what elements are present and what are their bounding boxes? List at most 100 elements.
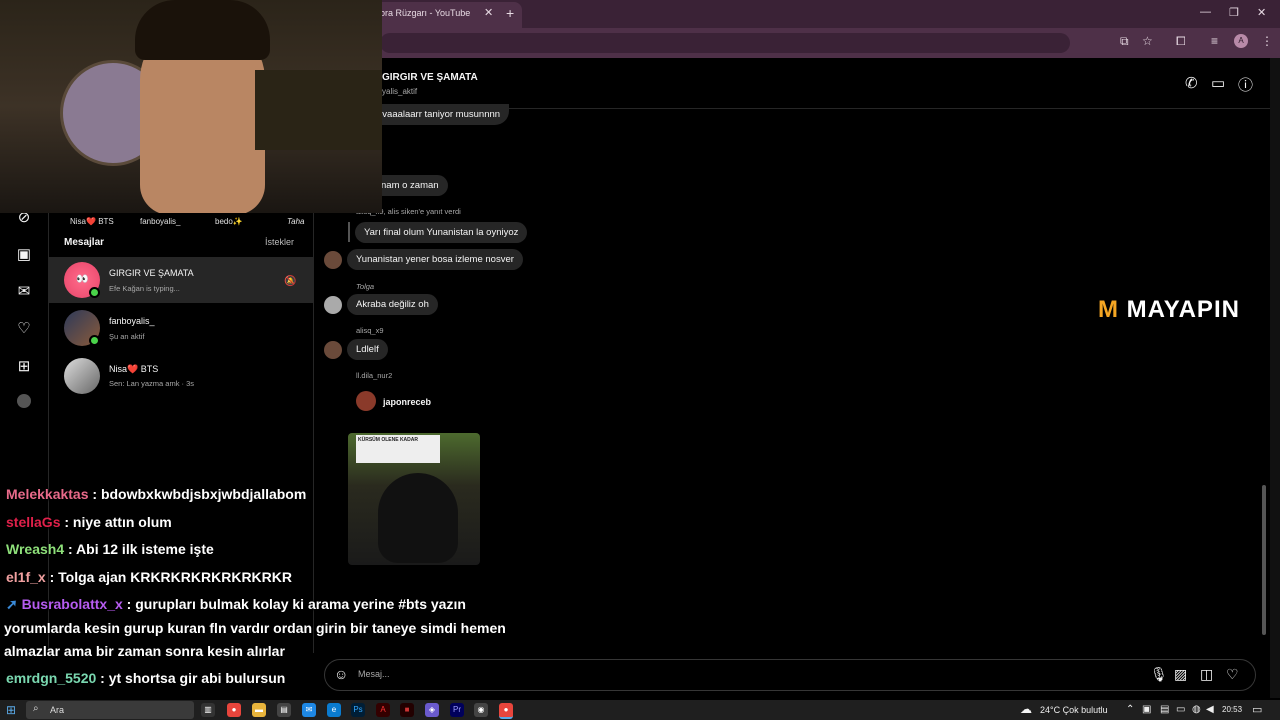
conversation-name: Nisa❤️ BTS: [109, 364, 159, 374]
background-lamp: [255, 70, 382, 150]
message-bubble[interactable]: nam o zaman: [372, 175, 448, 196]
profile-avatar[interactable]: A: [1234, 34, 1248, 48]
online-dot: [89, 335, 100, 346]
tab-title: ora Rüzgarı - YouTube: [380, 8, 471, 18]
shared-profile-name[interactable]: japonreceb: [383, 397, 431, 407]
app-icon[interactable]: ◈: [425, 703, 439, 717]
mail-icon[interactable]: ✉: [302, 703, 316, 717]
obs-icon[interactable]: ◉: [474, 703, 488, 717]
heart-icon[interactable]: ♡: [14, 319, 34, 339]
reels-icon[interactable]: ▣: [14, 245, 34, 265]
create-icon[interactable]: ⊞: [14, 357, 34, 377]
window-close-icon[interactable]: ✕: [1257, 6, 1266, 19]
emoji-icon[interactable]: ☺: [334, 666, 348, 682]
chat-username: stellaGs: [6, 514, 61, 530]
menu-icon[interactable]: ⋮: [1261, 34, 1273, 48]
conversation-name: GIRGIR VE ŞAMATA: [109, 268, 194, 278]
install-app-icon[interactable]: ⧉: [1120, 34, 1129, 49]
app-icon[interactable]: ■: [400, 703, 414, 717]
extensions-icon[interactable]: ⧠: [1176, 34, 1186, 49]
notification-icon[interactable]: ▭: [1252, 703, 1262, 716]
sender-name: alisq_x9: [356, 326, 384, 335]
weather-icon: ☁: [1020, 702, 1032, 716]
mayapin-logo: M MAYAPIN: [1098, 296, 1240, 323]
message-bubble[interactable]: ovaaalaarr taniyor musunnnn: [368, 104, 510, 125]
windows-start-icon[interactable]: ⊞: [6, 703, 16, 717]
app-icon[interactable]: ▤: [277, 703, 291, 717]
chat-username: Wreash4: [6, 541, 65, 557]
badge-icon: ➚: [6, 596, 18, 612]
sticker-icon[interactable]: ◫: [1200, 666, 1213, 683]
clock[interactable]: 20:53: [1222, 705, 1242, 714]
scrollbar-thumb[interactable]: [1262, 485, 1266, 635]
message-bubble[interactable]: Akraba değiliz oh: [347, 294, 438, 315]
message-input[interactable]: [324, 659, 1256, 691]
weather-text[interactable]: 24°C Çok bulutlu: [1040, 705, 1108, 715]
sender-avatar: [324, 296, 342, 314]
edge-icon[interactable]: e: [327, 703, 341, 717]
chat-username: Melekkaktas: [6, 486, 89, 502]
media-control-icon[interactable]: ≡: [1211, 34, 1218, 48]
restore-icon[interactable]: ❐: [1229, 6, 1239, 19]
microphone-icon[interactable]: 🎙: [1150, 666, 1168, 683]
stream-chat-line: ➚ Busrabolattx_x : gurupları bulmak kola…: [6, 596, 466, 612]
network-icon[interactable]: ▤: [1160, 704, 1169, 715]
online-dot: [89, 287, 100, 298]
bookmark-star-icon[interactable]: ☆: [1142, 34, 1153, 48]
shared-profile-avatar: [356, 391, 376, 411]
muted-bell-icon: 🔕: [284, 276, 297, 287]
story-label[interactable]: fanboyalis_: [140, 217, 180, 226]
tray-app-icon[interactable]: ▣: [1142, 704, 1151, 715]
reel-thumbnail[interactable]: KÜRSÜM OLENE KADAR: [348, 433, 480, 565]
conversation-status: Efe Kağan is typing...: [109, 284, 180, 293]
like-heart-icon[interactable]: ♡: [1226, 666, 1239, 683]
stream-chat-line: almazlar ama bir zaman sonra kesin alırl…: [4, 643, 285, 659]
minimize-icon[interactable]: —: [1200, 6, 1211, 18]
new-tab-button[interactable]: +: [506, 5, 514, 21]
tab-close-icon[interactable]: ✕: [484, 6, 493, 19]
scrollbar-track[interactable]: [1270, 58, 1280, 698]
webcam-overlay: [0, 0, 382, 213]
display-icon[interactable]: ▭: [1176, 704, 1185, 715]
task-view-icon[interactable]: ▥: [201, 703, 215, 717]
search-icon: ⌕: [33, 703, 39, 714]
message-bubble[interactable]: Yunanistan yener bosa izleme nosver: [347, 249, 523, 270]
info-icon[interactable]: ⓘ: [1238, 74, 1253, 95]
message-bubble[interactable]: Yarı final olum Yunanistan la oyniyoz: [355, 222, 528, 243]
sender-name: Tolga: [356, 282, 375, 291]
message-bubble[interactable]: Ldlelf: [347, 339, 388, 360]
chat-title[interactable]: GIRGIR VE ŞAMATA: [382, 72, 478, 83]
chat-header: [382, 58, 1270, 109]
volume-icon[interactable]: ◀: [1206, 704, 1214, 715]
sender-avatar: [324, 251, 342, 269]
video-call-icon[interactable]: ▭: [1211, 74, 1225, 92]
story-label[interactable]: Nisa❤️ BTS: [70, 217, 114, 226]
chrome-icon[interactable]: ●: [499, 703, 513, 719]
profile-avatar-small[interactable]: [17, 394, 31, 408]
image-icon[interactable]: ▨: [1174, 666, 1187, 683]
premiere-icon[interactable]: Pr: [450, 703, 464, 717]
story-label[interactable]: Taha: [287, 217, 305, 226]
conversation-name: fanboyalis_: [109, 316, 155, 326]
mic-tray-icon[interactable]: ◍: [1192, 704, 1201, 715]
user-avatar: [64, 358, 100, 394]
messenger-icon[interactable]: ✉: [14, 282, 34, 302]
requests-link[interactable]: İstekler: [265, 237, 294, 247]
tray-chevron-icon[interactable]: ⌃: [1126, 704, 1134, 715]
stream-chat-line: Melekkaktas : bdowbxkwbdjsbxjwbdjallabom: [6, 486, 307, 502]
message-placeholder: Mesaj...: [358, 669, 390, 679]
chrome-icon[interactable]: ●: [227, 703, 241, 717]
stream-chat-line: emrdgn_5520 : yt shortsa gir abi bulursu…: [6, 670, 286, 686]
acrobat-icon[interactable]: A: [376, 703, 390, 717]
story-label[interactable]: bedo✨: [215, 217, 243, 226]
sender-avatar: [324, 341, 342, 359]
thumbnail-caption: KÜRSÜM OLENE KADAR: [356, 435, 440, 463]
conversation-status: Şu an aktif: [109, 332, 145, 341]
file-explorer-icon[interactable]: ▬: [252, 703, 266, 717]
stream-chat-line: yorumlarda kesin gurup kuran fln vardır …: [4, 620, 506, 636]
phone-icon[interactable]: ✆: [1185, 74, 1198, 92]
stream-chat-line: el1f_x : Tolga ajan KRKRKRKRKRKRKRKR: [6, 569, 292, 585]
address-bar[interactable]: [380, 33, 1070, 53]
messages-title: Mesajlar: [64, 237, 105, 248]
photoshop-icon[interactable]: Ps: [351, 703, 365, 717]
